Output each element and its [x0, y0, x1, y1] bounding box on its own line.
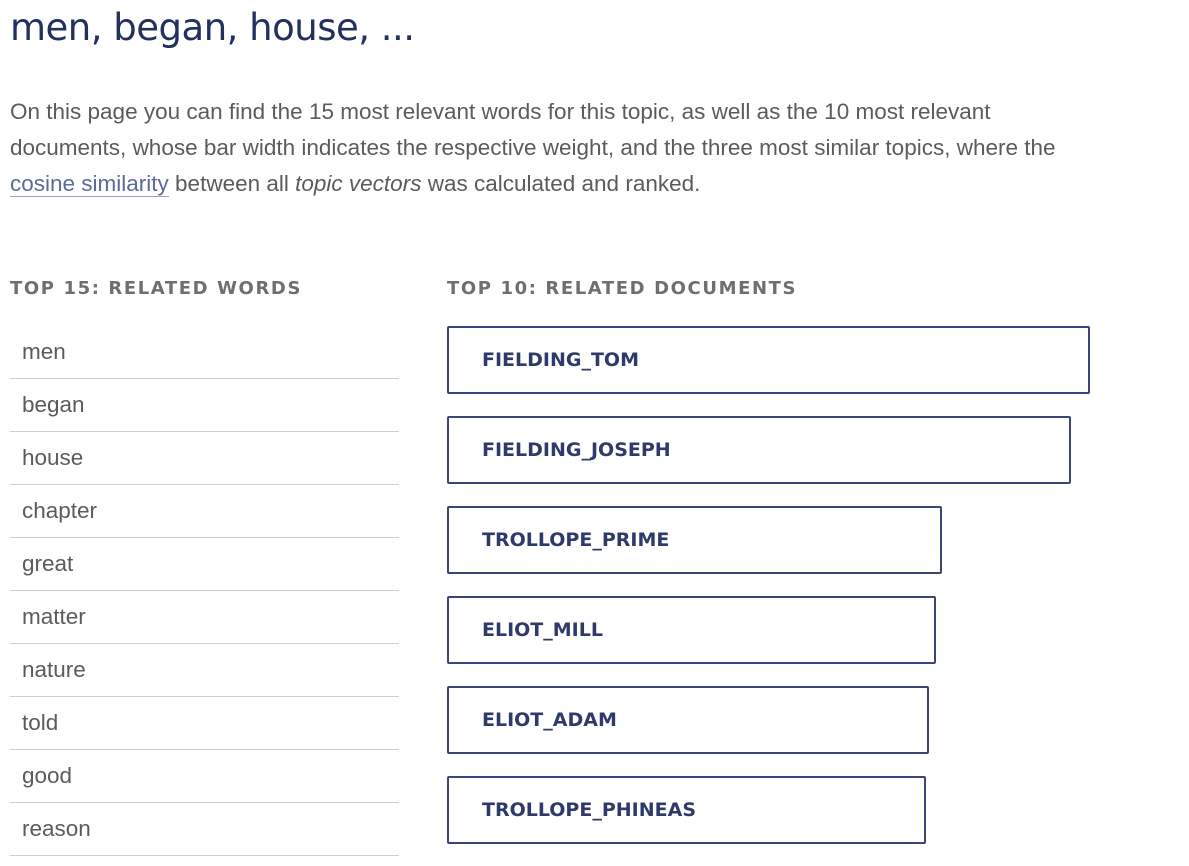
document-bar[interactable]: FIELDING_TOM [447, 326, 1090, 394]
intro-text-1: On this page you can find the 15 most re… [10, 99, 1056, 160]
word-item[interactable]: great [10, 538, 399, 591]
word-item[interactable]: told [10, 697, 399, 750]
document-bar[interactable]: ELIOT_MILL [447, 596, 936, 664]
word-item[interactable]: nature [10, 644, 399, 697]
word-item[interactable]: matter [10, 591, 399, 644]
related-words-heading: TOP 15: RELATED WORDS [10, 278, 303, 299]
intro-paragraph: On this page you can find the 15 most re… [10, 94, 1090, 202]
related-documents-heading: TOP 10: RELATED DOCUMENTS [447, 278, 798, 299]
word-item[interactable]: house [10, 432, 399, 485]
document-bar[interactable]: TROLLOPE_PHINEAS [447, 776, 926, 844]
document-bar[interactable]: FIELDING_JOSEPH [447, 416, 1071, 484]
intro-emphasis: topic vectors [295, 171, 422, 196]
word-item[interactable]: good [10, 750, 399, 803]
cosine-similarity-link[interactable]: cosine similarity [10, 171, 169, 197]
related-words-list: men began house chapter great matter nat… [10, 326, 399, 856]
related-documents-list: FIELDING_TOM FIELDING_JOSEPH TROLLOPE_PR… [447, 326, 1127, 866]
word-item[interactable]: reason [10, 803, 399, 856]
word-item[interactable]: chapter [10, 485, 399, 538]
document-bar[interactable]: ELIOT_ADAM [447, 686, 929, 754]
word-item[interactable]: men [10, 326, 399, 379]
word-item[interactable]: began [10, 379, 399, 432]
document-bar[interactable]: TROLLOPE_PRIME [447, 506, 942, 574]
page-title: men, began, house, ... [10, 6, 415, 49]
intro-text-3: was calculated and ranked. [421, 171, 701, 196]
intro-text-2: between all [168, 171, 296, 196]
